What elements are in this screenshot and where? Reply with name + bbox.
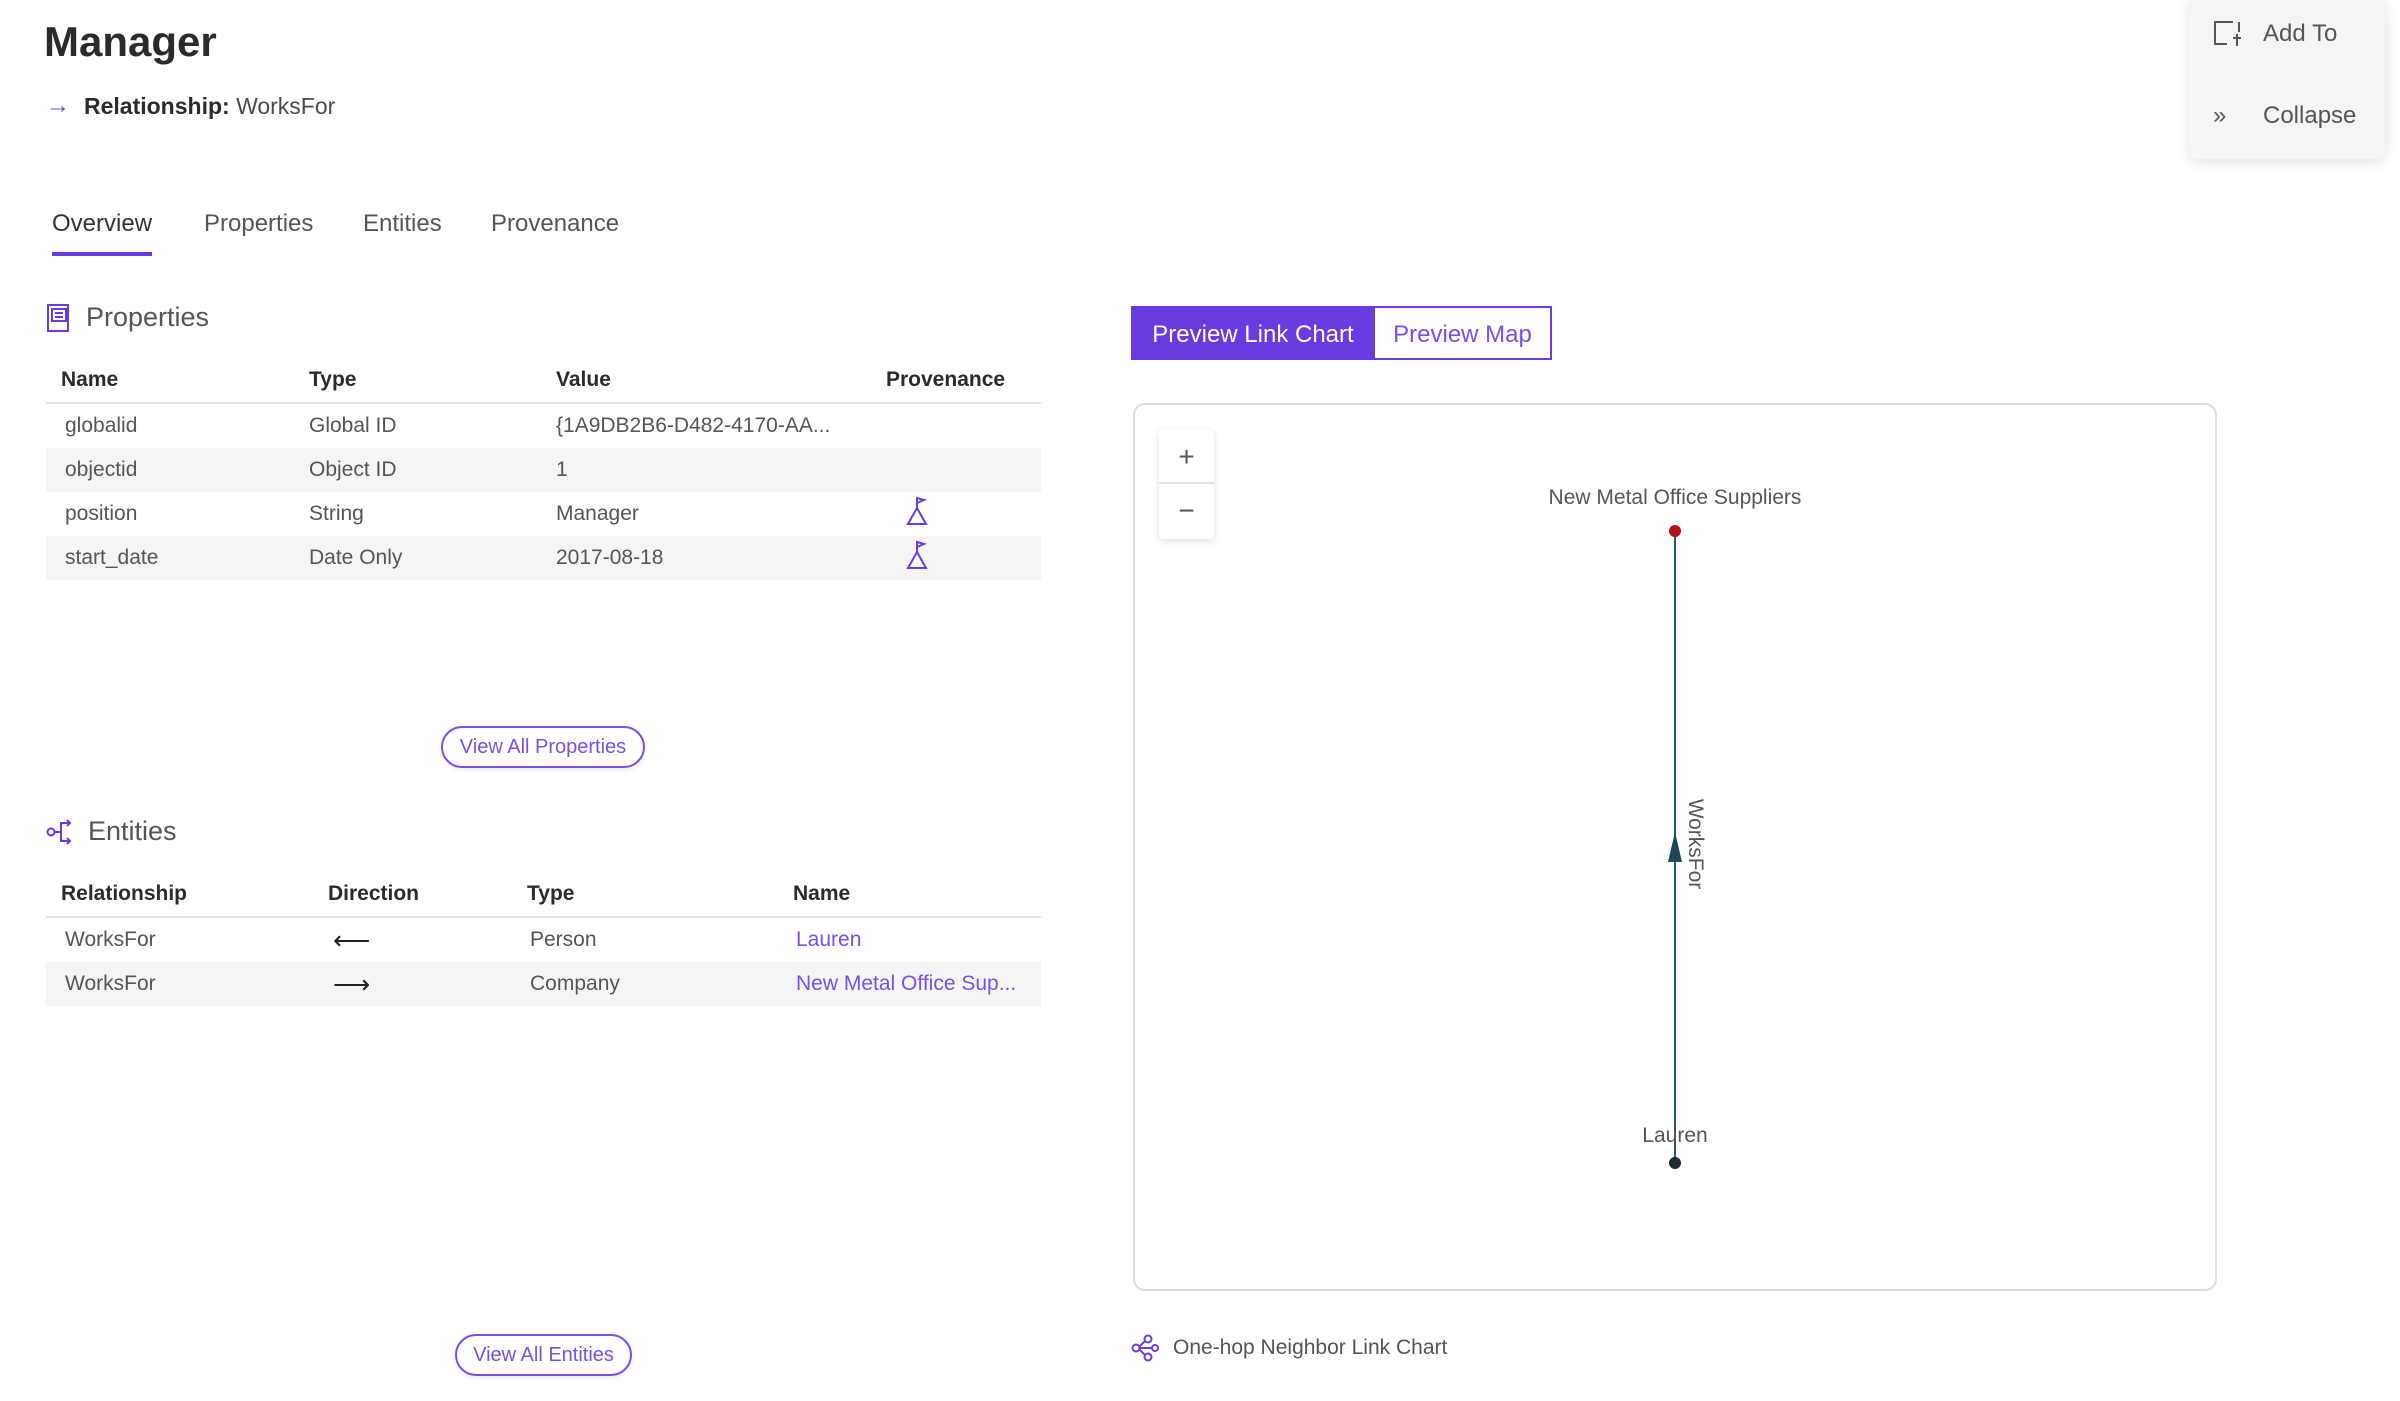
cell-type: Global ID (309, 414, 397, 437)
add-to-label: Add To (2263, 20, 2338, 47)
column-header: Type (527, 872, 793, 918)
preview-link-chart-button[interactable]: Preview Link Chart (1131, 306, 1375, 360)
tab-entities[interactable]: Entities (363, 210, 442, 252)
tab-overview[interactable]: Overview (52, 210, 153, 256)
cell-name: objectid (46, 448, 309, 492)
direction-left-arrow-icon: ⟵ (333, 924, 371, 955)
cell-name: position (65, 502, 138, 525)
table-row: position String Manager (46, 492, 1041, 536)
column-header: Direction (328, 872, 527, 918)
cell-relationship: WorksFor (65, 928, 156, 951)
table-row: globalid Global ID {1A9DB2B6-D482-4170-AA.… (46, 403, 1041, 448)
cell-name: start_date (46, 536, 309, 580)
link-chart-caption-text: One-hop Neighbor Link Chart (1173, 1336, 1448, 1359)
provenance-icon[interactable] (904, 496, 930, 526)
entities-graph-icon (46, 818, 72, 845)
relationship-subtitle: → Relationship: WorksFor (46, 92, 335, 120)
view-all-properties-button[interactable]: View All Properties (441, 726, 645, 768)
relationship-value: WorksFor (236, 92, 336, 119)
zoom-in-button[interactable]: + (1159, 430, 1214, 484)
entities-table: Relationship Direction Type Name WorksFor ⟵ P… (46, 872, 1041, 1006)
collapse-button[interactable]: » Collapse (2213, 102, 2356, 130)
tab-provenance[interactable]: Provenance (491, 210, 619, 252)
cell-value: Manager (556, 502, 639, 525)
add-to-icon (2214, 21, 2241, 46)
cell-type: Object ID (309, 448, 556, 492)
view-all-entities-button[interactable]: View All Entities (455, 1334, 632, 1376)
entity-link[interactable]: Lauren (793, 917, 1041, 962)
link-chart-icon (1131, 1334, 1159, 1362)
cell-value: 2017-08-18 (556, 536, 886, 580)
relationship-label: Relationship: (84, 92, 230, 119)
zoom-control: + − (1159, 430, 1214, 539)
table-row: WorksFor ⟵ Person Lauren (46, 917, 1041, 962)
link-chart-preview[interactable] (1133, 403, 2217, 1291)
column-header: Relationship (46, 872, 328, 918)
chevrons-right-icon: » (2213, 102, 2227, 129)
cell-value: 1 (556, 448, 886, 492)
edge-label: WorksFor (1684, 798, 1707, 890)
page-title: Manager (44, 18, 217, 65)
cell-name: globalid (65, 414, 138, 437)
entity-link[interactable]: New Metal Office Sup... (793, 962, 1041, 1006)
direction-right-arrow-icon: ⟶ (328, 962, 527, 1006)
cell-type: Date Only (309, 536, 556, 580)
node-label-person: Lauren (1642, 1124, 1708, 1147)
zoom-out-button[interactable]: − (1159, 484, 1214, 538)
cell-type: Person (530, 928, 597, 951)
column-header: Name (46, 358, 309, 404)
properties-table: Name Type Value Provenance globalid Global I… (46, 358, 1041, 580)
actions-panel: Add To » Collapse (2189, 0, 2385, 159)
cell-relationship: WorksFor (46, 962, 328, 1006)
preview-map-button[interactable]: Preview Map (1375, 306, 1552, 360)
add-to-button[interactable]: Add To (2213, 20, 2337, 48)
entities-section-heading: Entities (46, 816, 177, 847)
table-row: WorksFor ⟶ Company New Metal Office Sup... (46, 962, 1041, 1006)
properties-heading-text: Properties (86, 302, 210, 332)
node-label-company: New Metal Office Suppliers (1548, 486, 1802, 509)
properties-icon (47, 303, 69, 332)
provenance-icon[interactable] (904, 540, 930, 570)
arrow-right-icon: → (46, 92, 70, 119)
column-header: Value (556, 358, 886, 404)
tab-properties[interactable]: Properties (204, 210, 313, 252)
column-header: Type (309, 358, 556, 404)
cell-type: String (309, 502, 364, 525)
cell-type: Company (527, 962, 793, 1006)
table-row: objectid Object ID 1 (46, 448, 1041, 492)
entities-heading-text: Entities (88, 816, 177, 846)
cell-value: {1A9DB2B6-D482-4170-AA... (556, 414, 831, 437)
column-header: Name (793, 872, 1041, 918)
column-header: Provenance (886, 358, 1041, 404)
collapse-label: Collapse (2263, 102, 2357, 129)
table-row: start_date Date Only 2017-08-18 (46, 536, 1041, 580)
properties-section-heading: Properties (46, 302, 209, 333)
link-chart-caption: One-hop Neighbor Link Chart (1131, 1334, 1447, 1362)
